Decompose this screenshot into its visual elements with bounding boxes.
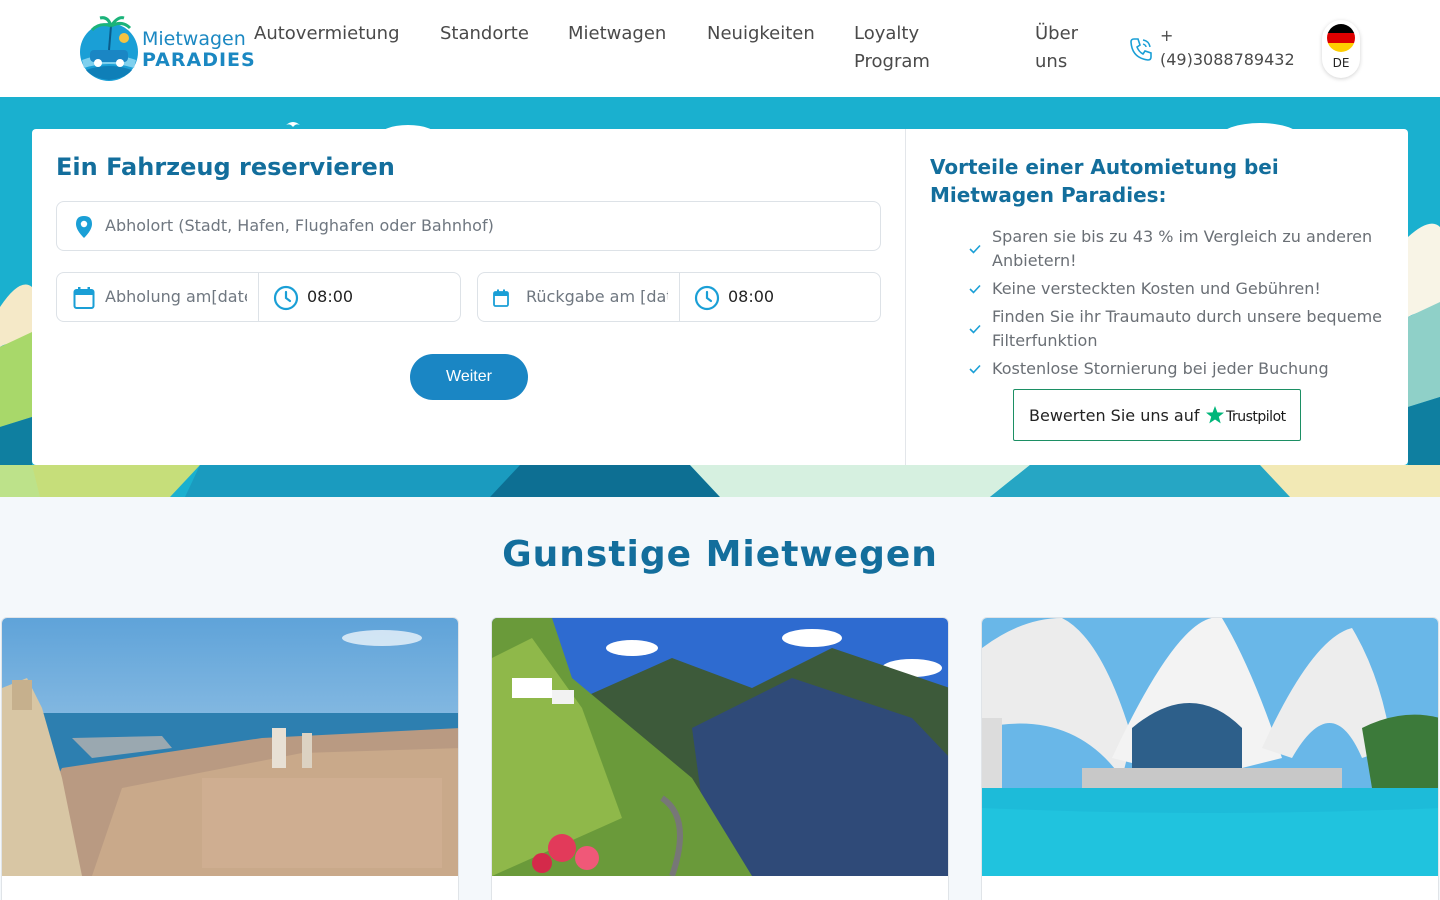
logo-palm-icon xyxy=(80,16,138,81)
advantage-text: Sparen sie bis zu 43 % im Vergleich zu a… xyxy=(992,227,1373,270)
panel-divider xyxy=(905,129,906,465)
trustpilot-review-button[interactable]: Bewerten Sie uns auf Trustpilot xyxy=(1013,389,1301,441)
nav-autovermietung[interactable]: Autovermietung xyxy=(254,20,400,48)
logo[interactable]: Mietwagen PARADIES xyxy=(78,14,255,82)
pickup-time-select[interactable]: 08:00 xyxy=(307,287,353,306)
check-icon xyxy=(969,324,981,334)
nav-standorte[interactable]: Standorte xyxy=(440,20,529,48)
pickup-date-input[interactable]: Abholung am[date] xyxy=(105,287,247,306)
check-icon xyxy=(969,284,981,294)
advantages-list: Sparen sie bis zu 43 % im Vergleich zu a… xyxy=(968,225,1388,385)
check-icon xyxy=(969,244,981,254)
booking-panel: Ein Fahrzeug reservieren Abholort (Stadt… xyxy=(32,129,1408,465)
destination-card-mountains[interactable] xyxy=(491,617,949,900)
advantage-text: Keine versteckten Kosten und Gebühren! xyxy=(992,279,1321,298)
destination-card-alicante[interactable] xyxy=(1,617,459,900)
return-time-select[interactable]: 08:00 xyxy=(728,287,774,306)
nav-loyalty-program[interactable]: Loyalty Program xyxy=(854,20,964,76)
pickup-datetime-group: Abholung am[date] 08:00 xyxy=(56,272,461,322)
advantages-title: Vorteile einer Automietung bei Mietwagen… xyxy=(930,155,1279,207)
phone-number[interactable]: + (49)3088789432 xyxy=(1160,24,1310,72)
nav-neuigkeiten[interactable]: Neuigkeiten xyxy=(707,20,815,48)
advantage-item: Keine versteckten Kosten und Gebühren! xyxy=(968,277,1388,301)
card-image-oceanarium xyxy=(982,618,1438,876)
section-title: Gunstige Mietwegen xyxy=(502,534,938,575)
field-divider xyxy=(679,273,680,321)
location-pin-icon xyxy=(76,216,92,238)
trustpilot-brand: Trustpilot xyxy=(1226,409,1286,425)
site-header: Mietwagen PARADIES Autovermietung Stando… xyxy=(0,0,1440,97)
nav-ueber-uns[interactable]: Über uns xyxy=(1035,20,1095,76)
advantage-item: Finden Sie ihr Traumauto durch unsere be… xyxy=(968,305,1388,353)
return-date-input[interactable]: Rückgabe am [date] xyxy=(526,287,668,306)
language-code: DE xyxy=(1332,56,1350,70)
logo-text-line2: PARADIES xyxy=(142,49,256,71)
destination-card-valencia[interactable] xyxy=(981,617,1439,900)
nav-mietwagen[interactable]: Mietwagen xyxy=(568,20,666,48)
card-image-coastal-city xyxy=(2,618,458,876)
return-datetime-group: Rückgabe am [date] 08:00 xyxy=(477,272,881,322)
card-image-mountain-road xyxy=(492,618,948,876)
clock-icon xyxy=(273,285,299,311)
field-divider xyxy=(258,273,259,321)
trustpilot-label: Bewerten Sie uns auf xyxy=(1029,406,1200,425)
advantage-text: Kostenlose Stornierung bei jeder Buchung xyxy=(992,359,1329,378)
calendar-icon xyxy=(73,287,95,309)
reservation-title: Ein Fahrzeug reservieren xyxy=(56,153,395,181)
phone-icon xyxy=(1130,38,1152,61)
reservation-form: Ein Fahrzeug reservieren Abholort (Stadt… xyxy=(32,129,905,465)
clock-icon xyxy=(694,285,720,311)
pickup-location-placeholder: Abholort (Stadt, Hafen, Flughafen oder B… xyxy=(105,216,494,235)
calendar-icon xyxy=(493,289,509,307)
check-icon xyxy=(969,364,981,374)
germany-flag-icon xyxy=(1327,24,1355,52)
weiter-button[interactable]: Weiter xyxy=(410,354,528,400)
advantage-item: Kostenlose Stornierung bei jeder Buchung xyxy=(968,357,1388,381)
language-switcher[interactable]: DE xyxy=(1322,20,1360,78)
logo-text-line1: Mietwagen xyxy=(142,28,246,50)
trustpilot-star-icon xyxy=(1206,406,1224,424)
advantage-item: Sparen sie bis zu 43 % im Vergleich zu a… xyxy=(968,225,1388,273)
advantage-text: Finden Sie ihr Traumauto durch unsere be… xyxy=(992,307,1382,350)
pickup-location-input[interactable]: Abholort (Stadt, Hafen, Flughafen oder B… xyxy=(56,201,881,251)
